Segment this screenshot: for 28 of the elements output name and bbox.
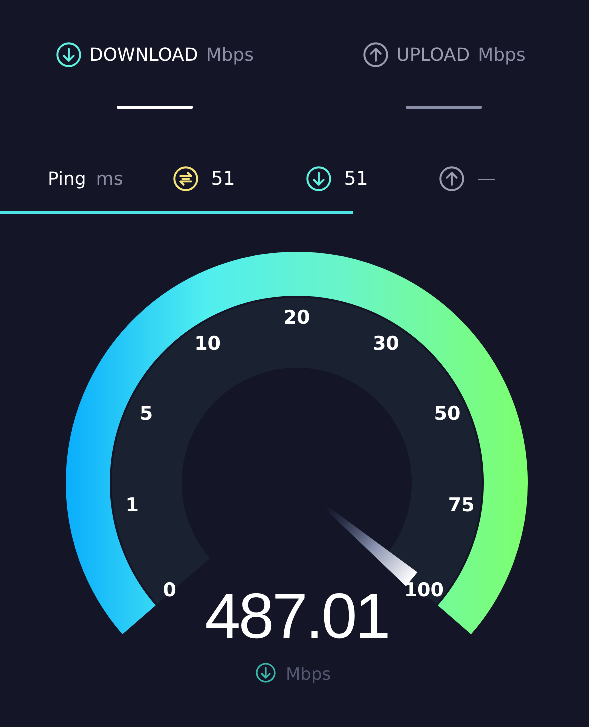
scale-label: 20 — [284, 307, 310, 329]
scale-label: 1 — [126, 494, 140, 517]
unit-label: Mbps — [206, 44, 254, 66]
ping-value: 51 — [344, 168, 368, 190]
tab-label: DOWNLOAD — [90, 44, 198, 66]
upload-icon — [362, 42, 389, 68]
speed-tab[interactable]: DOWNLOAD Mbps — [0, 40, 300, 109]
scale-label: 50 — [434, 402, 461, 425]
unit-label: Mbps — [286, 665, 332, 685]
tab-label: UPLOAD — [396, 44, 470, 66]
ping-value: 51 — [211, 168, 236, 190]
scale-label: 0 — [163, 580, 176, 602]
scale-label: 30 — [372, 333, 400, 355]
speed-tab[interactable]: UPLOAD Mbps — [300, 40, 589, 109]
unit-label: Mbps — [478, 44, 526, 66]
ping-label: Ping — [48, 168, 86, 190]
upload-icon — [439, 166, 466, 192]
scale-label: 10 — [194, 333, 222, 355]
download-icon — [56, 42, 82, 68]
ping-value: — — [477, 168, 496, 190]
speed-reading: 487.01 — [205, 580, 389, 652]
jitter-icon — [173, 166, 200, 192]
unit-label: ms — [96, 168, 124, 190]
scale-label: 5 — [140, 402, 154, 425]
scale-label: 75 — [448, 494, 475, 517]
download-icon — [306, 166, 332, 192]
download-icon — [256, 663, 276, 683]
scale-label: 100 — [404, 580, 444, 602]
